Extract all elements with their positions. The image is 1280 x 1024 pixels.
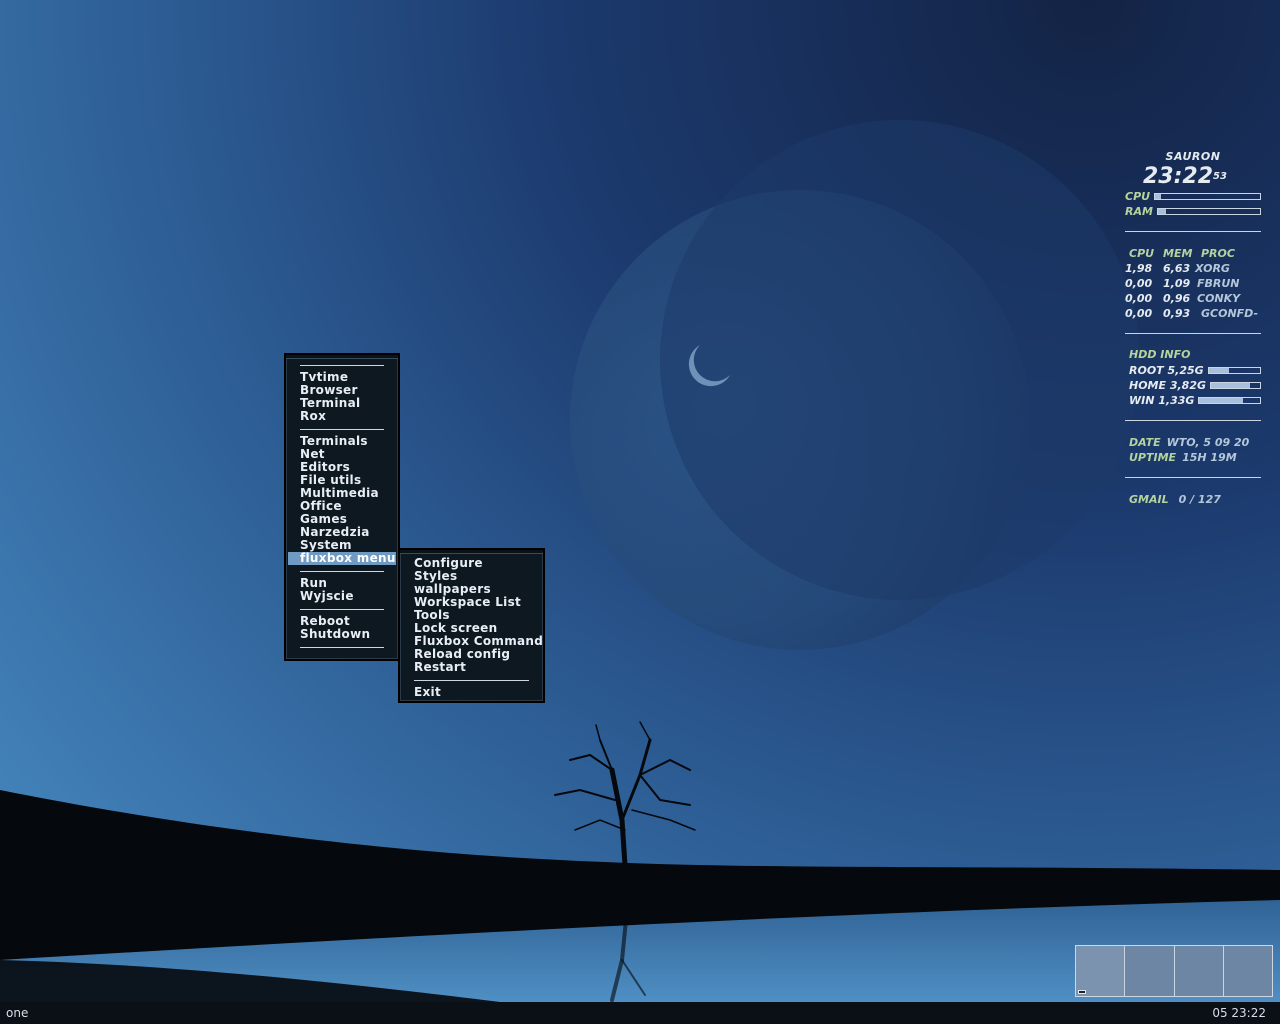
hdd-title: HDD INFO xyxy=(1129,348,1191,361)
proc-name: FBRUN xyxy=(1197,277,1240,290)
process-row: 0,00 1,09 FBRUN xyxy=(1125,276,1261,291)
proc-mem: 6,63 xyxy=(1163,262,1191,275)
pager-workspace-4[interactable] xyxy=(1223,946,1272,996)
pager-workspace-3[interactable] xyxy=(1174,946,1224,996)
proc-cpu: 1,98 xyxy=(1125,262,1153,275)
proc-cpu: 0,00 xyxy=(1125,292,1153,305)
disk-bar xyxy=(1198,397,1261,404)
uptime-label: UPTIME xyxy=(1129,451,1177,464)
menu-item-wyjscie[interactable]: Wyjscie xyxy=(286,590,398,603)
pager-window-thumbnail xyxy=(1078,990,1086,994)
toolbar-clock: 05 23:22 xyxy=(1212,1006,1266,1020)
proc-name: XORG xyxy=(1195,262,1230,275)
fluxbox-submenu: Configure Styles wallpapers Workspace Li… xyxy=(398,548,545,703)
process-row: 1,98 6,63 XORG xyxy=(1125,261,1261,276)
disk-row: WIN 1,33G xyxy=(1125,393,1261,408)
proc-header-proc: PROC xyxy=(1201,247,1235,260)
proc-cpu: 0,00 xyxy=(1125,277,1153,290)
submenu-title-bar xyxy=(400,550,543,554)
process-row: 0,00 0,93 GCONFD- xyxy=(1125,306,1261,321)
proc-mem: 0,96 xyxy=(1163,292,1191,305)
menu-separator xyxy=(414,680,529,681)
ram-bar-fill xyxy=(1157,209,1167,214)
proc-header-cpu: CPU xyxy=(1129,247,1155,260)
workspace-pager xyxy=(1075,945,1273,997)
date-value: WTO, 5 09 20 xyxy=(1166,436,1250,449)
disk-label: ROOT 5,25G xyxy=(1129,364,1204,377)
gmail-value: 0 / 127 xyxy=(1178,493,1221,506)
conky-divider xyxy=(1125,420,1261,421)
cpu-bar-fill xyxy=(1155,194,1162,199)
proc-header-mem: MEM xyxy=(1163,247,1193,260)
conky-divider xyxy=(1125,477,1261,478)
uptime-row: UPTIME 15H 19M xyxy=(1125,450,1261,465)
submenu-item-exit[interactable]: Exit xyxy=(400,686,543,699)
menu-item-rox[interactable]: Rox xyxy=(286,410,398,423)
pager-workspace-1[interactable] xyxy=(1076,946,1126,996)
menu-separator xyxy=(300,609,384,610)
disk-bar-fill xyxy=(1208,368,1230,373)
disk-bar xyxy=(1207,367,1261,374)
disk-label: WIN 1,33G xyxy=(1129,394,1195,407)
cpu-label: CPU xyxy=(1125,190,1151,203)
desktop-wallpaper xyxy=(0,120,1280,1002)
menu-item-fluxbox-menu[interactable]: fluxbox menu xyxy=(288,552,396,565)
conky-divider xyxy=(1125,231,1261,232)
disk-bar-fill xyxy=(1211,383,1251,388)
menu-separator xyxy=(300,429,384,430)
disk-bar-fill xyxy=(1199,398,1244,403)
clock-seconds: 53 xyxy=(1213,171,1227,182)
ram-bar xyxy=(1156,208,1261,215)
disk-row: ROOT 5,25G xyxy=(1125,363,1261,378)
ram-row: RAM xyxy=(1125,204,1261,219)
gmail-label: GMAIL xyxy=(1129,493,1169,506)
disk-row: HOME 3,82G xyxy=(1125,378,1261,393)
conky-clock: 23:2253 xyxy=(1143,165,1261,189)
gmail-row: GMAIL 0 / 127 xyxy=(1125,492,1261,507)
submenu-item-restart[interactable]: Restart xyxy=(400,661,543,674)
hostname: SAURON xyxy=(1165,150,1221,163)
proc-mem: 0,93 xyxy=(1163,307,1191,320)
ram-label: RAM xyxy=(1125,205,1153,218)
process-table: CPU MEM PROC 1,98 6,63 XORG 0,00 1,09 FB… xyxy=(1125,246,1261,321)
menu-separator xyxy=(300,647,384,648)
process-header: CPU MEM PROC xyxy=(1125,246,1261,261)
conky-monitor: SAURON 23:2253 CPU RAM CPU MEM PROC 1,98… xyxy=(1125,150,1261,507)
menu-item-shutdown[interactable]: Shutdown xyxy=(286,628,398,641)
clock-time: 23:22 xyxy=(1143,164,1214,189)
workspace-name[interactable]: one xyxy=(6,1006,28,1020)
root-menu: Tvtime Browser Terminal Rox Terminals Ne… xyxy=(284,353,400,661)
process-row: 0,00 0,96 CONKY xyxy=(1125,291,1261,306)
root-menu-title-bar xyxy=(286,355,398,359)
uptime-value: 15H 19M xyxy=(1182,451,1237,464)
conky-divider xyxy=(1125,333,1261,334)
disk-bar xyxy=(1210,382,1261,389)
proc-name: CONKY xyxy=(1197,292,1241,305)
date-row: DATE WTO, 5 09 20 xyxy=(1125,435,1261,450)
cpu-row: CPU xyxy=(1125,189,1261,204)
menu-separator xyxy=(300,571,384,572)
menu-separator xyxy=(300,365,384,366)
proc-name: GCONFD- xyxy=(1201,307,1259,320)
proc-cpu: 0,00 xyxy=(1125,307,1153,320)
disk-label: HOME 3,82G xyxy=(1129,379,1207,392)
date-label: DATE xyxy=(1129,436,1161,449)
proc-mem: 1,09 xyxy=(1163,277,1191,290)
fluxbox-toolbar: one 05 23:22 xyxy=(0,1002,1280,1024)
pager-workspace-2[interactable] xyxy=(1125,946,1175,996)
cpu-bar xyxy=(1154,193,1261,200)
